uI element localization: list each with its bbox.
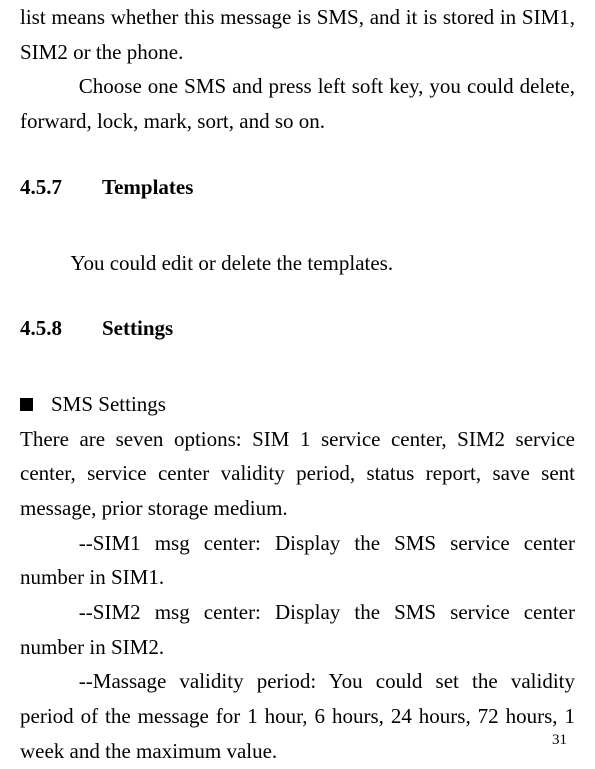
bullet-square-icon <box>20 398 33 411</box>
templates-body: You could edit or delete the templates. <box>20 246 575 281</box>
intro-paragraph-1: list means whether this message is SMS, … <box>20 0 575 69</box>
section-number: 4.5.7 <box>20 175 102 200</box>
spacer <box>20 341 575 387</box>
bullet-label: SMS Settings <box>51 387 166 422</box>
document-page: list means whether this message is SMS, … <box>0 0 595 769</box>
settings-item-3: --Massage validity period: You could set… <box>20 664 575 768</box>
page-number: 31 <box>552 732 567 749</box>
section-number: 4.5.8 <box>20 316 102 341</box>
spacer <box>20 139 575 175</box>
settings-item-2: --SIM2 msg center: Display the SMS servi… <box>20 595 575 664</box>
section-heading-settings: 4.5.8Settings <box>20 316 575 341</box>
spacer <box>20 200 575 246</box>
settings-item-1: --SIM1 msg center: Display the SMS servi… <box>20 526 575 595</box>
settings-intro: There are seven options: SIM 1 service c… <box>20 422 575 526</box>
section-title: Templates <box>102 175 193 199</box>
section-heading-templates: 4.5.7Templates <box>20 175 575 200</box>
intro-paragraph-2: Choose one SMS and press left soft key, … <box>20 69 575 138</box>
section-title: Settings <box>102 316 173 340</box>
bullet-item-sms-settings: SMS Settings <box>20 387 575 422</box>
spacer <box>20 280 575 316</box>
